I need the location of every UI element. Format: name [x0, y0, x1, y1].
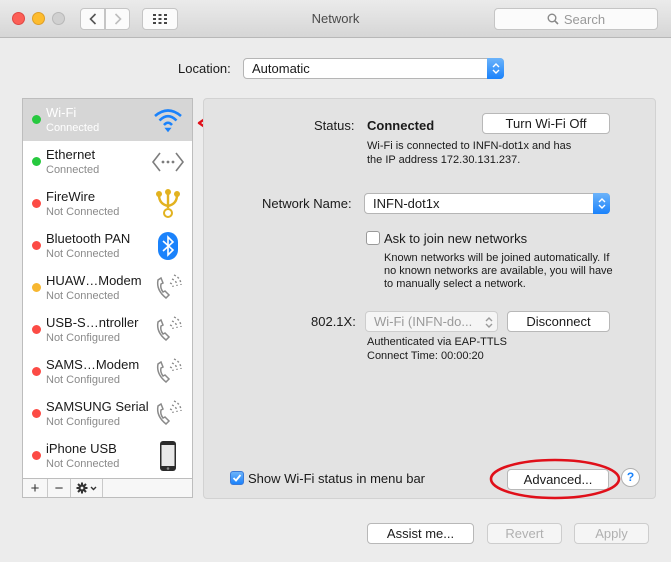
service-status: Not Configured [46, 332, 120, 344]
gear-icon [76, 482, 96, 494]
dot1x-select[interactable]: Wi-Fi (INFN-do... [365, 311, 498, 332]
service-item-wifi[interactable]: Wi-Fi Connected [23, 99, 192, 141]
disconnect-button[interactable]: Disconnect [507, 311, 610, 332]
show-wifi-status-checkbox[interactable] [230, 471, 244, 485]
annotation-ellipse-icon [489, 458, 621, 500]
status-dot [32, 409, 41, 418]
status-dot [32, 199, 41, 208]
service-item-samsung-modem[interactable]: SAMS…Modem Not Configured [23, 351, 192, 393]
status-dot [32, 367, 41, 376]
service-status: Not Connected [46, 248, 120, 260]
ask-join-label: Ask to join new networks [384, 231, 528, 246]
status-dot [32, 325, 41, 334]
service-list: Wi-Fi Connected Ethernet Connected FireW… [22, 98, 193, 479]
ask-join-description-line-2: no known networks are available, you wil… [384, 265, 613, 277]
ask-join-description-line-3: to manually select a network. [384, 278, 526, 290]
service-status: Not Connected [46, 290, 120, 302]
service-name: iPhone USB [46, 441, 117, 456]
service-item-bluetooth-pan[interactable]: Bluetooth PAN Not Connected [23, 225, 192, 267]
service-status: Not Configured [46, 416, 120, 428]
phone-icon [151, 314, 185, 346]
status-dot [32, 241, 41, 250]
status-description-line-1: Wi-Fi is connected to INFN-dot1x and has [367, 140, 572, 152]
firewire-icon [151, 188, 185, 220]
search-icon [547, 13, 559, 25]
action-menu-button[interactable] [71, 479, 103, 497]
status-value: Connected [367, 118, 435, 133]
service-item-iphone-usb[interactable]: iPhone USB Not Connected [23, 435, 192, 477]
service-status: Not Configured [46, 374, 120, 386]
service-item-usb-serial-controller[interactable]: USB-S…ntroller Not Configured [23, 309, 192, 351]
search-placeholder: Search [563, 11, 606, 27]
service-status: Connected [46, 122, 100, 134]
phone-icon [151, 356, 185, 388]
network-name-select[interactable]: INFN-dot1x [364, 193, 610, 214]
service-status: Not Connected [46, 206, 120, 218]
connect-time-text: Connect Time: 00:00:20 [367, 350, 484, 362]
service-name: Bluetooth PAN [46, 231, 131, 246]
auth-method-text: Authenticated via EAP-TTLS [367, 336, 508, 348]
ask-join-checkbox[interactable] [366, 231, 380, 245]
chevron-updown-icon [485, 315, 493, 334]
service-list-toolbar: + − [22, 478, 193, 498]
service-name: Ethernet [46, 147, 96, 162]
apply-button[interactable]: Apply [574, 523, 649, 544]
select-stepper-icon [487, 58, 504, 79]
show-wifi-status-label: Show Wi-Fi status in menu bar [248, 471, 426, 486]
service-name: SAMS…Modem [46, 357, 140, 372]
location-value: Automatic [252, 61, 310, 76]
remove-service-button[interactable]: − [48, 479, 71, 497]
service-status: Connected [46, 164, 100, 176]
ethernet-icon [151, 146, 185, 178]
wifi-icon [151, 104, 185, 136]
service-name: HUAW…Modem [46, 273, 142, 288]
checkmark-icon [232, 474, 242, 482]
assist-me-button[interactable]: Assist me... [367, 523, 474, 544]
status-label: Status: [314, 118, 355, 133]
status-dot [32, 115, 41, 124]
dot1x-value: Wi-Fi (INFN-do... [374, 314, 473, 329]
title-bar: Network Search [0, 0, 671, 38]
status-description-line-2: the IP address 172.30.131.237. [367, 154, 521, 166]
search-field[interactable]: Search [494, 8, 658, 30]
ask-join-description-line-1: Known networks will be joined automatica… [384, 252, 610, 264]
location-label: Location: [178, 61, 231, 76]
add-service-button[interactable]: + [23, 479, 48, 497]
status-dot [32, 157, 41, 166]
service-name: USB-S…ntroller [46, 315, 139, 330]
service-item-samsung-serial[interactable]: SAMSUNG Serial Not Configured [23, 393, 192, 435]
iphone-icon [151, 440, 185, 472]
phone-icon [151, 272, 185, 304]
service-item-firewire[interactable]: FireWire Not Connected [23, 183, 192, 225]
status-dot [32, 451, 41, 460]
service-name: FireWire [46, 189, 96, 204]
status-dot [32, 283, 41, 292]
service-name: SAMSUNG Serial [46, 399, 149, 414]
network-name-value: INFN-dot1x [373, 196, 440, 211]
network-name-label: Network Name: [262, 196, 352, 211]
dot1x-label: 802.1X: [311, 314, 356, 329]
help-button[interactable]: ? [621, 468, 640, 487]
service-item-ethernet[interactable]: Ethernet Connected [23, 141, 192, 183]
service-item-huawei-modem[interactable]: HUAW…Modem Not Connected [23, 267, 192, 309]
bluetooth-icon [151, 230, 185, 262]
service-name: Wi-Fi [46, 105, 77, 120]
phone-icon [151, 398, 185, 430]
select-stepper-icon [593, 193, 610, 214]
revert-button[interactable]: Revert [487, 523, 562, 544]
service-status: Not Connected [46, 458, 120, 470]
turn-wifi-off-button[interactable]: Turn Wi-Fi Off [482, 113, 610, 134]
location-select[interactable]: Automatic [243, 58, 504, 79]
